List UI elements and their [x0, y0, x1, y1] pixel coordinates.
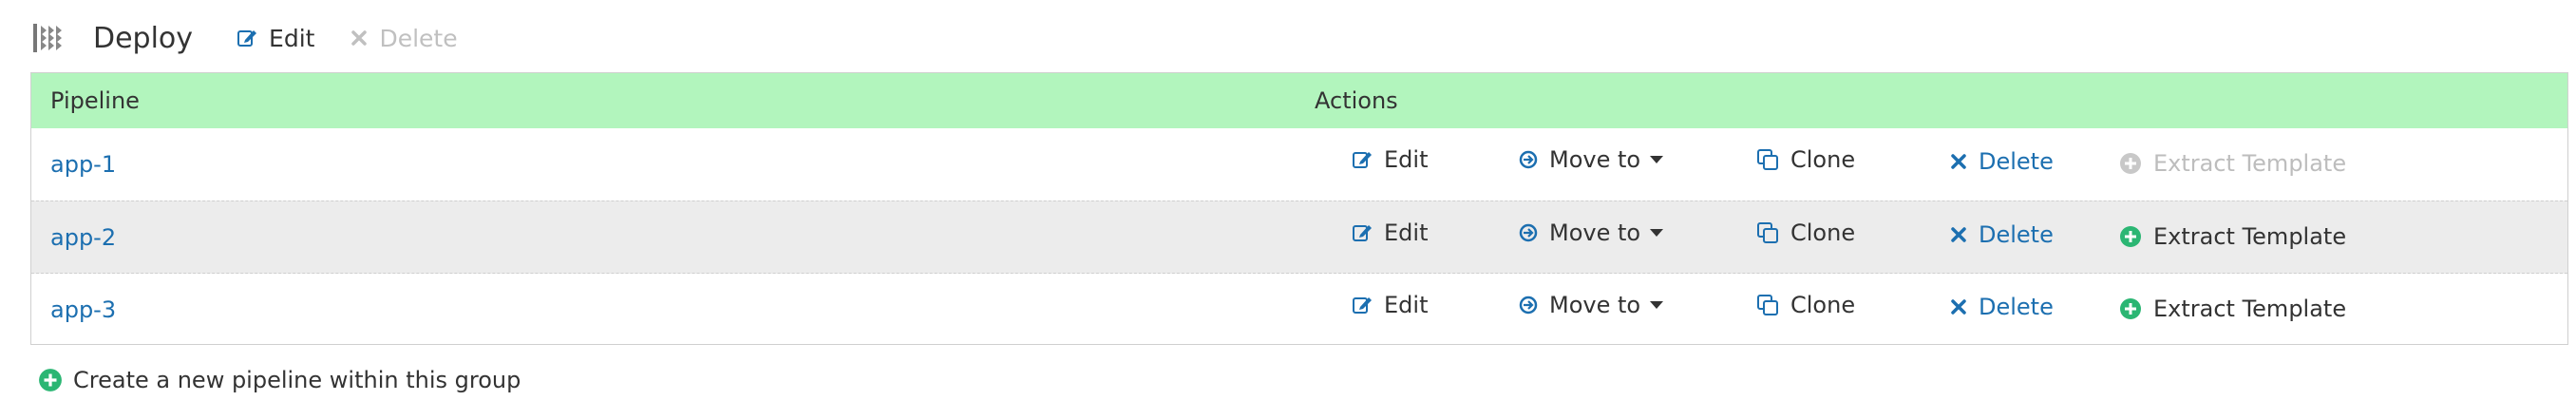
- table-row: app-3 Edit Move to Clone Delete Extract …: [31, 273, 2567, 346]
- delete-button[interactable]: Delete: [1950, 220, 2054, 249]
- edit-icon: [237, 30, 257, 47]
- edit-icon: [1353, 297, 1372, 314]
- clone-label: Clone: [1790, 146, 1856, 173]
- move-label: Move to: [1549, 220, 1641, 246]
- edit-button[interactable]: Edit: [1352, 145, 1428, 174]
- extract-template-label: Extract Template: [2153, 296, 2347, 322]
- group-delete-label: Delete: [379, 24, 458, 52]
- pipeline-link-app-2[interactable]: app-2: [50, 224, 116, 251]
- pipeline-link-app-1[interactable]: app-1: [50, 151, 116, 178]
- extract-template-button[interactable]: Extract Template: [2119, 295, 2346, 323]
- chevron-down-icon: [1650, 229, 1664, 237]
- delete-button[interactable]: Delete: [1950, 147, 2054, 176]
- table-row: app-2 Edit Move to Clone Delete Extract …: [31, 200, 2567, 274]
- move-arrow-icon: [1519, 223, 1538, 242]
- clone-icon: [1757, 295, 1778, 315]
- edit-button[interactable]: Edit: [1352, 291, 1428, 319]
- table-row: app-1 Edit Move to Clone Delete Extract …: [31, 128, 2567, 200]
- plus-circle-icon: [2120, 298, 2141, 319]
- create-pipeline-label: Create a new pipeline within this group: [73, 367, 521, 393]
- clone-icon: [1757, 222, 1778, 243]
- edit-icon: [1353, 225, 1372, 241]
- group-delete-button[interactable]: Delete: [350, 24, 458, 52]
- pipeline-group-icon: [33, 24, 62, 52]
- move-arrow-icon: [1519, 150, 1538, 169]
- delete-x-icon: [1951, 154, 1966, 169]
- delete-x-icon: [351, 30, 368, 46]
- group-edit-button[interactable]: Edit: [237, 25, 314, 52]
- column-header-actions: Actions: [1315, 87, 1398, 114]
- pipeline-link-app-3[interactable]: app-3: [50, 296, 116, 323]
- clone-icon: [1757, 149, 1778, 170]
- delete-button[interactable]: Delete: [1950, 293, 2054, 321]
- delete-label: Delete: [1979, 221, 2054, 248]
- edit-icon: [1353, 152, 1372, 168]
- move-to-dropdown[interactable]: Move to: [1519, 219, 1664, 247]
- edit-label: Edit: [1384, 146, 1429, 173]
- chevron-down-icon: [1650, 156, 1664, 163]
- plus-circle-icon: [2120, 226, 2141, 247]
- edit-label: Edit: [1384, 292, 1429, 318]
- move-arrow-icon: [1519, 296, 1538, 315]
- plus-circle-icon: [39, 369, 62, 391]
- clone-button[interactable]: Clone: [1756, 291, 1855, 319]
- extract-template-label: Extract Template: [2153, 150, 2347, 177]
- pipeline-group-header: Deploy Edit Delete: [32, 17, 458, 59]
- delete-x-icon: [1951, 299, 1966, 315]
- clone-label: Clone: [1790, 292, 1856, 318]
- group-title: Deploy: [93, 21, 194, 55]
- table-header: Pipeline Actions: [31, 73, 2567, 128]
- extract-template-button[interactable]: Extract Template: [2119, 222, 2346, 251]
- delete-label: Delete: [1979, 294, 2054, 320]
- edit-button[interactable]: Edit: [1352, 219, 1428, 247]
- move-label: Move to: [1549, 292, 1641, 318]
- delete-x-icon: [1951, 227, 1966, 242]
- create-pipeline-link[interactable]: Create a new pipeline within this group: [38, 367, 521, 393]
- extract-template-label: Extract Template: [2153, 223, 2347, 250]
- edit-label: Edit: [1384, 220, 1429, 246]
- move-to-dropdown[interactable]: Move to: [1519, 145, 1664, 174]
- clone-label: Clone: [1790, 220, 1856, 246]
- chevron-down-icon: [1650, 301, 1664, 309]
- pipelines-table: Pipeline Actions app-1 Edit Move to Clon…: [30, 72, 2568, 345]
- extract-template-button[interactable]: Extract Template: [2119, 149, 2346, 178]
- plus-circle-icon: [2120, 153, 2141, 174]
- clone-button[interactable]: Clone: [1756, 219, 1855, 247]
- delete-label: Delete: [1979, 148, 2054, 175]
- clone-button[interactable]: Clone: [1756, 145, 1855, 174]
- group-edit-label: Edit: [269, 24, 315, 52]
- column-header-pipeline: Pipeline: [50, 87, 140, 114]
- move-to-dropdown[interactable]: Move to: [1519, 291, 1664, 319]
- move-label: Move to: [1549, 146, 1641, 173]
